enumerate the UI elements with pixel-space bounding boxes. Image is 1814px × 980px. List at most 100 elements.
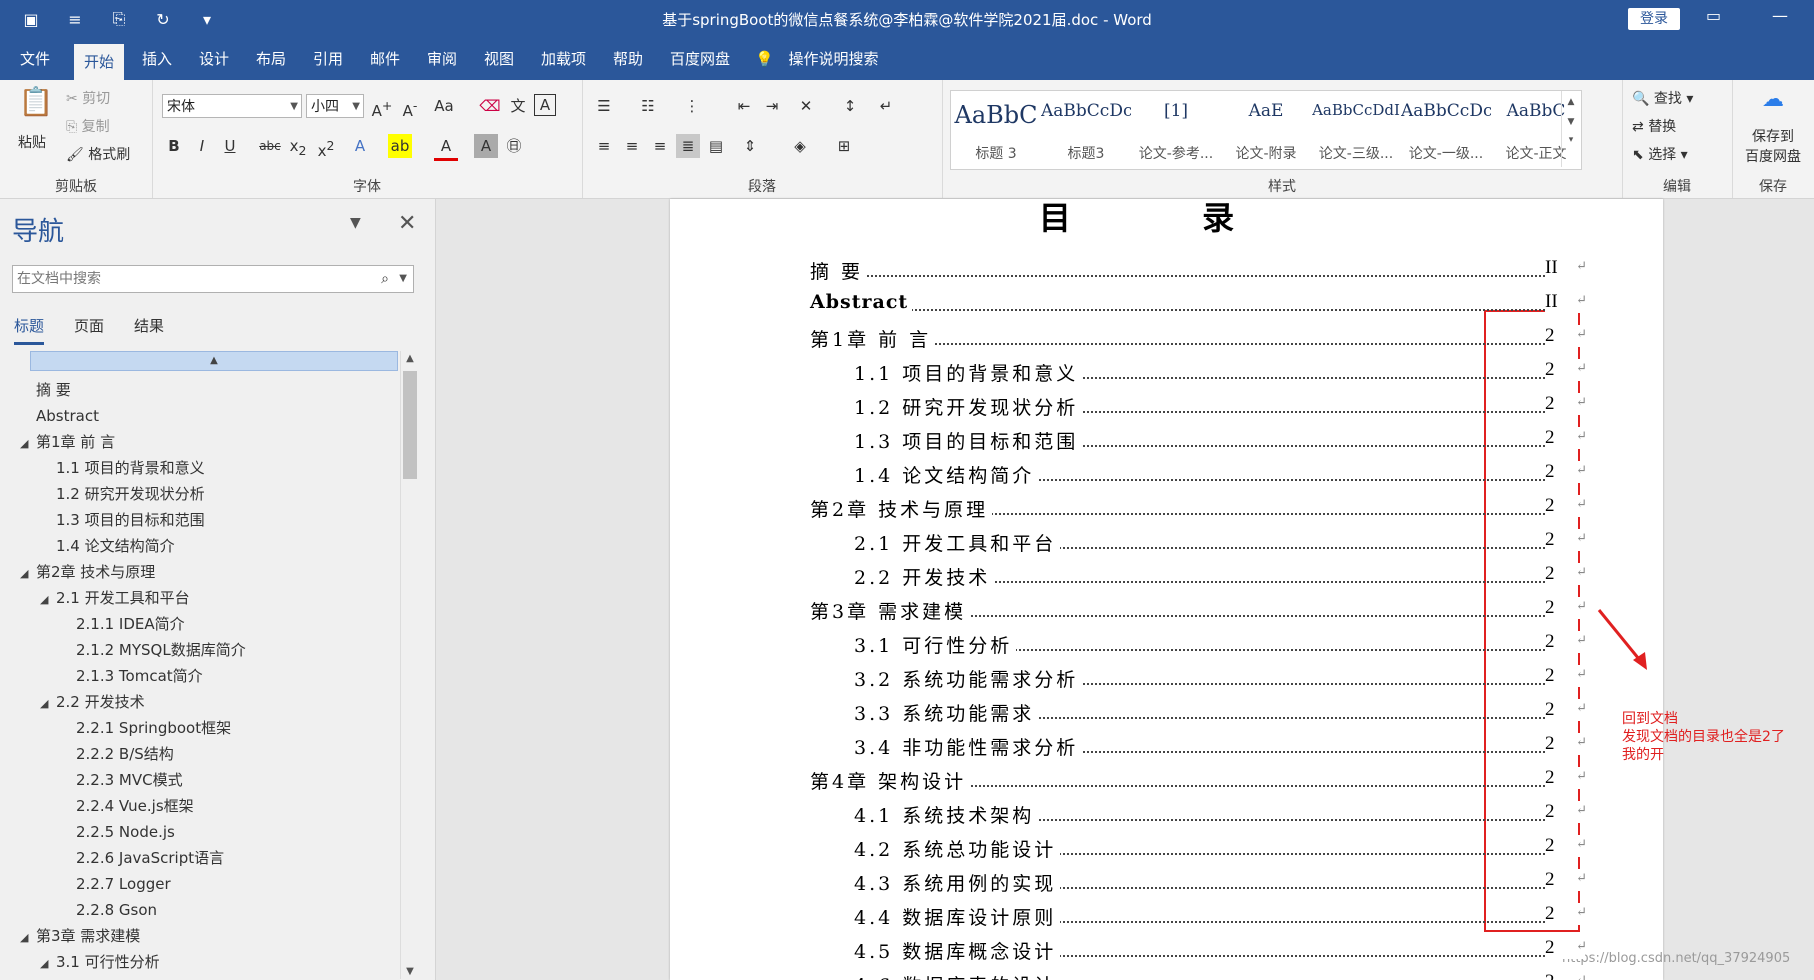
nav-search-input[interactable]: 在文档中搜索 ⌕ ▼ (12, 265, 414, 293)
nav-heading-item[interactable]: ◢ 第3章 需求建模 (20, 923, 140, 949)
toc-entry[interactable]: Abstract II ↵ (810, 291, 1587, 321)
scroll-down-icon[interactable]: ▼ (401, 966, 419, 977)
nav-heading-item[interactable]: 1.3 项目的目标和范围 (40, 507, 205, 533)
superscript-icon[interactable]: x2 (314, 134, 338, 160)
font-color-icon[interactable]: A (434, 134, 458, 161)
cut-button[interactable]: ✂ 剪切 (66, 88, 110, 108)
nav-heading-item[interactable]: 2.2.7 Logger (60, 871, 171, 897)
toc-entry[interactable]: 3.2 系统功能需求分析 2 ↵ (854, 665, 1587, 695)
subscript-icon[interactable]: x2 (286, 134, 310, 158)
phonetic-guide-icon[interactable]: 文 (506, 94, 530, 118)
toc-entry[interactable]: 3.4 非功能性需求分析 2 ↵ (854, 733, 1587, 763)
ribbon-display-icon[interactable]: ▭ (1706, 6, 1721, 25)
search-icon[interactable]: ⌕ (381, 266, 389, 292)
toc-entry[interactable]: 第2章 技术与原理 2 ↵ (810, 495, 1587, 525)
save-to-netdisk-button[interactable]: 保存到 百度网盘 (1740, 126, 1806, 166)
tab-addins[interactable]: 加载项 (531, 38, 596, 80)
copy-button[interactable]: ⎘ 复制 (66, 116, 110, 136)
nav-heading-item[interactable]: 2.1.3 Tomcat简介 (60, 663, 203, 689)
bold-icon[interactable]: B (162, 134, 186, 158)
clear-format-icon[interactable]: ⌫ (478, 94, 502, 118)
toc-entry[interactable]: 4.4 数据库设计原则 2 ↵ (854, 903, 1587, 933)
nav-heading-item[interactable]: ◢ 第2章 技术与原理 (20, 559, 155, 585)
tab-insert[interactable]: 插入 (132, 38, 182, 80)
collapse-triangle-icon[interactable]: ◢ (40, 691, 56, 717)
nav-heading-item[interactable]: 2.2.5 Node.js (60, 819, 175, 845)
tab-layout[interactable]: 布局 (246, 38, 296, 80)
nav-options-icon[interactable]: ▼ (350, 215, 361, 231)
tab-design[interactable]: 设计 (189, 38, 239, 80)
char-shading-icon[interactable]: A (474, 134, 498, 158)
sort-icon[interactable]: ↕ (838, 94, 862, 118)
tab-home[interactable]: 开始 (74, 44, 125, 80)
toc-entry[interactable]: 1.2 研究开发现状分析 2 ↵ (854, 393, 1587, 423)
chevron-down-icon[interactable]: ▼ (399, 266, 407, 292)
login-button[interactable]: 登录 (1628, 8, 1680, 30)
style-item[interactable]: AaBbCcDc 标题3 (1041, 91, 1131, 167)
show-marks-icon[interactable]: ↵ (874, 94, 898, 118)
collapse-triangle-icon[interactable]: ◢ (20, 561, 36, 587)
scroll-up-icon[interactable]: ▲ (401, 353, 419, 364)
justify-icon[interactable]: ≣ (676, 134, 700, 158)
align-left-icon[interactable]: ≡ (592, 134, 616, 158)
toc-entry[interactable]: 第3章 需求建模 2 ↵ (810, 597, 1587, 627)
style-item[interactable]: AaBbCcDdI 论文-三级... (1311, 91, 1401, 167)
replace-button[interactable]: ⇄ 替换 (1632, 116, 1676, 136)
text-effects-icon[interactable]: A (348, 134, 372, 158)
toc-entry[interactable]: 1.1 项目的背景和意义 2 ↵ (854, 359, 1587, 389)
minimize-icon[interactable]: — (1772, 6, 1788, 25)
collapse-triangle-icon[interactable]: ◢ (20, 431, 36, 457)
nav-heading-item[interactable]: 2.2.6 JavaScript语言 (60, 845, 224, 871)
bullets-icon[interactable]: ☰ (592, 94, 616, 118)
tab-baidu-netdisk[interactable]: 百度网盘 (660, 38, 740, 80)
italic-icon[interactable]: I (190, 134, 214, 158)
style-item[interactable]: AaBbCcDc 论文-一级... (1401, 91, 1491, 167)
nav-heading-item[interactable]: 1.4 论文结构简介 (40, 533, 175, 559)
numbering-icon[interactable]: ☷ (636, 94, 660, 118)
toc-entry[interactable]: 第4章 架构设计 2 ↵ (810, 767, 1587, 797)
toc-entry[interactable]: 2.2 开发技术 2 ↵ (854, 563, 1587, 593)
shrink-font-icon[interactable]: A- (398, 94, 422, 120)
nav-tab-results[interactable]: 结果 (134, 315, 164, 336)
selected-heading[interactable]: ▲ (30, 351, 398, 371)
underline-icon[interactable]: U (218, 134, 242, 158)
nav-heading-item[interactable]: Abstract (20, 403, 99, 429)
nav-heading-item[interactable]: 1.1 项目的背景和意义 (40, 455, 205, 481)
nav-heading-item[interactable]: 2.1.2 MYSQL数据库简介 (60, 637, 246, 663)
nav-scrollbar[interactable]: ▲ ▼ (400, 351, 419, 979)
tab-view[interactable]: 视图 (474, 38, 524, 80)
paste-icon[interactable]: 📋 (18, 88, 54, 126)
toc-entry[interactable]: 4.3 系统用例的实现 2 ↵ (854, 869, 1587, 899)
strikethrough-icon[interactable]: abc (258, 134, 282, 158)
toc-entry[interactable]: 1.3 项目的目标和范围 2 ↵ (854, 427, 1587, 457)
collapse-triangle-icon[interactable]: ◢ (40, 951, 56, 977)
highlight-icon[interactable]: ab (388, 134, 412, 158)
grow-font-icon[interactable]: A+ (370, 94, 394, 120)
nav-heading-item[interactable]: 2.2.4 Vue.js框架 (60, 793, 194, 819)
collapse-triangle-icon[interactable]: ◢ (20, 925, 36, 951)
nav-tab-pages[interactable]: 页面 (74, 315, 104, 336)
select-button[interactable]: ⬉ 选择 ▾ (1632, 144, 1688, 164)
multilevel-list-icon[interactable]: ⋮ (680, 94, 704, 118)
tab-review[interactable]: 审阅 (417, 38, 467, 80)
borders-icon[interactable]: ⊞ (832, 134, 856, 158)
tell-me-search[interactable]: 💡 操作说明搜索 (755, 38, 878, 80)
style-item[interactable]: [1] 论文-参考... (1131, 91, 1221, 167)
collapse-triangle-icon[interactable]: ◢ (40, 587, 56, 613)
char-border-icon[interactable]: A (534, 94, 556, 116)
baidu-netdisk-icon[interactable]: ☁ (1758, 88, 1788, 118)
format-painter-button[interactable]: 🖌 格式刷 (66, 144, 130, 164)
paste-button[interactable]: 粘贴 (18, 132, 46, 152)
toc-entry[interactable]: 摘 要 II ↵ (810, 257, 1587, 287)
nav-heading-item[interactable]: ◢ 2.1 开发工具和平台 (40, 585, 190, 611)
align-right-icon[interactable]: ≡ (648, 134, 672, 158)
toc-entry[interactable]: 3.1 可行性分析 2 ↵ (854, 631, 1587, 661)
decrease-indent-icon[interactable]: ⇤ (732, 94, 756, 118)
distributed-icon[interactable]: ▤ (704, 134, 728, 158)
close-icon[interactable]: ✕ (398, 211, 416, 236)
toc-entry[interactable]: 1.4 论文结构简介 2 ↵ (854, 461, 1587, 491)
font-size-combo[interactable]: 小四 ▼ (306, 94, 364, 118)
nav-heading-item[interactable]: ◢ 2.2 开发技术 (40, 689, 145, 715)
tab-help[interactable]: 帮助 (603, 38, 653, 80)
toc-entry[interactable]: 2.1 开发工具和平台 2 ↵ (854, 529, 1587, 559)
